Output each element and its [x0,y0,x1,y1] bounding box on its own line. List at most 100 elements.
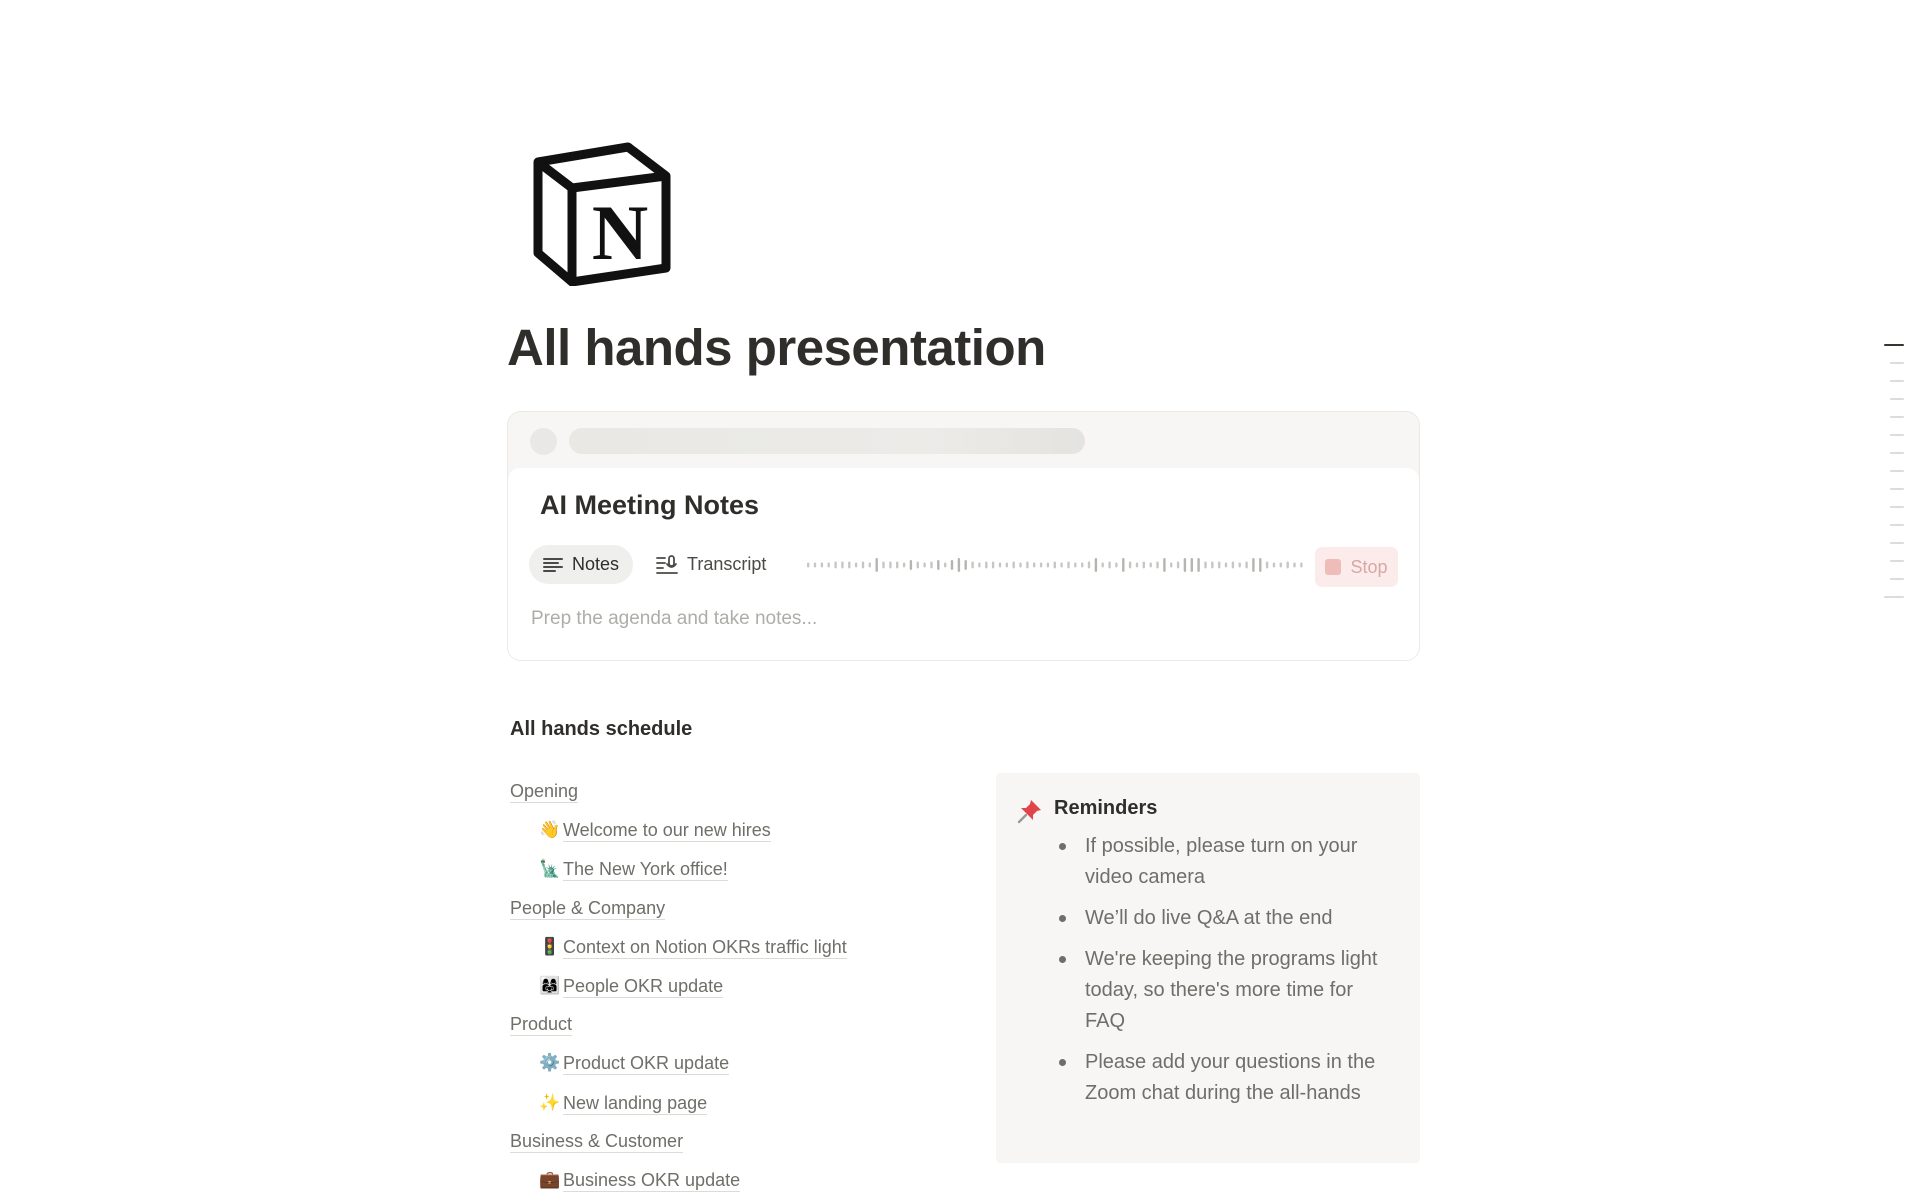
item-link[interactable]: The New York office! [563,858,728,881]
stop-label: Stop [1350,556,1388,577]
waveform-bar [1094,558,1098,572]
outline-item[interactable] [1890,488,1904,490]
waveform-bar [1204,561,1207,569]
reminders-callout: Reminders If possible, please turn on yo… [996,773,1420,1163]
outline-item[interactable] [1890,434,1904,436]
section-product[interactable]: Product [510,1013,573,1036]
section-business-customer[interactable]: Business & Customer [510,1130,684,1153]
waveform-bar [964,560,967,570]
waveform-bar [1252,558,1255,572]
ai-meeting-notes-block: AI Meeting Notes Notes Transcript Stop [507,411,1420,661]
list-item[interactable]: ⚙️ Product OKR update [539,1052,730,1075]
notion-logo-icon[interactable]: N [528,140,674,287]
list-item[interactable]: 💼 Business OKR update [539,1169,741,1192]
waveform-bar [1211,561,1214,569]
item-link[interactable]: Business OKR update [563,1169,741,1192]
outline-item[interactable] [1890,398,1904,400]
list-item[interactable]: Please add your questions in the Zoom ch… [1054,1047,1394,1109]
list-item[interactable]: 🚦 Context on Notion OKRs traffic light [539,936,847,959]
waveform-bar [1163,558,1166,572]
section-link[interactable]: Opening [510,780,579,803]
waveform-bar [1218,561,1221,569]
schedule-heading[interactable]: All hands schedule [510,718,692,741]
section-link[interactable]: Product [510,1013,573,1036]
outline-item[interactable] [1890,578,1904,580]
waveform-bar [902,562,906,568]
waveform-bar [1293,562,1296,568]
item-link[interactable]: New landing page [563,1092,708,1115]
outline-item[interactable] [1890,380,1904,382]
waveform-bar [827,562,830,568]
reminders-list: If possible, please turn on your video c… [1054,831,1394,1119]
list-item[interactable]: ✨ New landing page [539,1092,708,1115]
waveform-bar [909,560,913,570]
section-people-company[interactable]: People & Company [510,897,666,920]
list-item[interactable]: We're keeping the programs light today, … [1054,944,1394,1037]
section-link[interactable]: Business & Customer [510,1130,684,1153]
tab-transcript[interactable]: Transcript [642,545,780,584]
waveform-bar [896,561,899,569]
list-item[interactable]: 👋 Welcome to our new hires [539,819,771,842]
notes-input[interactable] [531,604,1391,634]
list-item[interactable]: We’ll do live Q&A at the end [1054,903,1394,934]
waveform-bar [971,561,974,569]
waveform-bar [834,561,837,569]
waveform-bar [1019,562,1022,568]
outline-item[interactable] [1890,524,1904,526]
tab-transcript-label: Transcript [687,554,767,574]
reminders-title[interactable]: Reminders [1054,797,1157,820]
briefcase-icon: 💼 [539,1170,561,1189]
stop-recording-button[interactable]: Stop [1315,547,1398,587]
outline-item[interactable] [1890,362,1904,364]
outline-item[interactable] [1884,344,1904,346]
waveform-bar [991,561,995,569]
waveform-bar [950,560,954,570]
waveform-bar [1183,558,1187,572]
page-title[interactable]: All hands presentation [507,318,1046,377]
pushpin-icon[interactable] [1016,797,1044,825]
waveform-bar [882,561,885,569]
item-link[interactable]: Context on Notion OKRs traffic light [563,936,847,959]
section-opening[interactable]: Opening [510,780,579,803]
waveform-bar [1190,558,1193,572]
waveform-bar [1060,562,1063,568]
waveform-bar [930,561,933,569]
waveform-bar [1300,562,1303,568]
list-item[interactable]: If possible, please turn on your video c… [1054,831,1394,893]
waveform-bar [1149,562,1152,568]
waveform-bar [848,561,851,569]
waveform-bar [1279,562,1282,568]
outline-item[interactable] [1890,416,1904,418]
waveform-bar [1142,561,1145,569]
outline-item[interactable] [1890,560,1904,562]
outline-item[interactable] [1890,452,1904,454]
waveform-bar [1122,558,1125,572]
waveform-bar [875,558,878,572]
waveform-bar [1026,561,1029,569]
outline-item[interactable] [1890,542,1904,544]
outline-item[interactable] [1890,470,1904,472]
waveform-bar [1128,561,1132,569]
waveform-bar [841,561,844,569]
outline-item[interactable] [1890,506,1904,508]
waveform-bar [1115,562,1118,568]
waveform-bar [1231,561,1235,569]
audio-waveform [807,558,1303,572]
list-item[interactable]: 🗽 The New York office! [539,858,728,881]
waveform-bar [944,562,947,568]
waveform-bar [854,562,858,568]
list-item[interactable]: 👩‍👩‍👧 People OKR update [539,975,724,998]
ai-notes-title[interactable]: AI Meeting Notes [540,490,759,521]
waveform-bar [1259,558,1262,572]
tab-notes[interactable]: Notes [529,545,634,584]
waveform-bar [1135,562,1139,568]
item-link[interactable]: People OKR update [563,975,724,998]
item-link[interactable]: Welcome to our new hires [563,819,771,842]
waveform-bar [1087,561,1091,569]
waveform-bar [998,562,1002,568]
waveform-bar [1046,562,1050,568]
outline-item[interactable] [1884,596,1904,598]
notion-page: N All hands presentation AI Meeting Note… [0,0,1920,1199]
section-link[interactable]: People & Company [510,897,666,920]
item-link[interactable]: Product OKR update [563,1052,730,1075]
